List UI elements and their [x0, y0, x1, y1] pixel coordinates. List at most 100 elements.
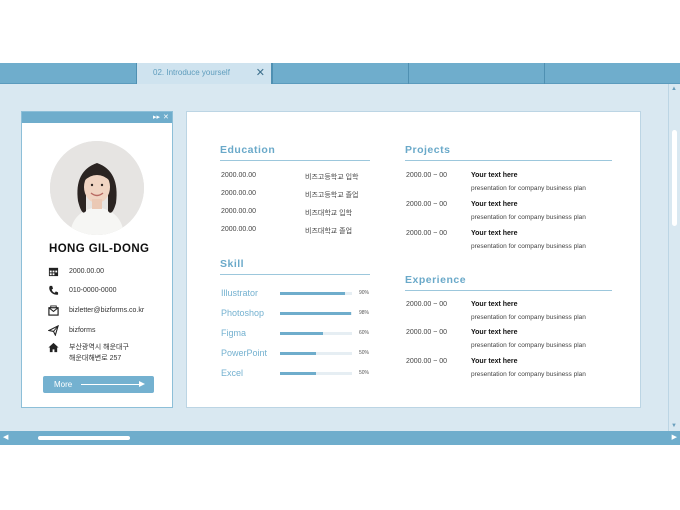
- send-icon: [48, 325, 59, 336]
- skill-percent: 90%: [359, 290, 370, 296]
- experience-desc: presentation for company business plan: [471, 342, 586, 349]
- experience-date: 2000.00 ~ 00: [406, 301, 448, 308]
- skill-percent: 98%: [359, 310, 370, 316]
- profile-card: ▸▸ ✕ HONG GIL-DONG 2000.00.00 010-0000-0…: [21, 111, 173, 408]
- education-desc: 비즈고등학교 졸업: [305, 192, 359, 199]
- skill-row: Illustrator 90%: [221, 288, 371, 300]
- project-date: 2000.00 ~ 00: [406, 230, 448, 237]
- scroll-right-icon[interactable]: ▶: [672, 433, 677, 441]
- birthdate-row: 2000.00.00: [48, 266, 104, 277]
- arrow-line: [81, 384, 141, 385]
- skill-bar: [280, 332, 352, 335]
- skill-bar: [280, 312, 352, 315]
- education-divider: [220, 160, 370, 161]
- education-date: 2000.00.00: [221, 226, 257, 233]
- education-desc: 비즈대학교 입학: [305, 210, 353, 217]
- close-icon[interactable]: ✕: [256, 66, 265, 80]
- email[interactable]: bizletter@bizforms.co.kr: [69, 305, 144, 316]
- projects-divider: [405, 160, 612, 161]
- phone-number: 010-0000-0000: [69, 287, 117, 294]
- experience-title: Your text here: [471, 358, 518, 365]
- skill-divider: [220, 274, 370, 275]
- profile-name: HONG GIL-DONG: [49, 243, 150, 255]
- project-desc: presentation for company business plan: [471, 243, 586, 250]
- education-date: 2000.00.00: [221, 172, 257, 179]
- education-title: Education: [220, 144, 276, 156]
- scroll-left-icon[interactable]: ◀: [3, 433, 8, 441]
- scroll-up-icon[interactable]: ▲: [671, 86, 677, 92]
- close-icon[interactable]: ✕: [163, 112, 169, 123]
- skill-title: Skill: [220, 258, 245, 270]
- calendar-icon: [48, 267, 59, 277]
- skill-bar-fill: [280, 312, 351, 315]
- tab-bar: 02. Introduce yourself ✕: [0, 63, 680, 84]
- project-date: 2000.00 ~ 00: [406, 201, 448, 208]
- project-date: 2000.00 ~ 00: [406, 172, 448, 179]
- email-row: bizletter@bizforms.co.kr: [48, 305, 144, 316]
- resume-panel: Education 2000.00.00 비즈고등학교 입학 2000.00.0…: [186, 111, 641, 408]
- skill-name: Excel: [221, 368, 244, 378]
- phone-icon: [49, 285, 59, 295]
- skill-percent: 50%: [359, 370, 370, 376]
- skill-row: Photoshop 98%: [221, 308, 371, 320]
- skill-bar-fill: [280, 352, 316, 355]
- horizontal-scrollbar[interactable]: ◀ ▶: [0, 431, 680, 445]
- education-date: 2000.00.00: [221, 208, 257, 215]
- phone-row: 010-0000-0000: [48, 285, 117, 296]
- experience-desc: presentation for company business plan: [471, 314, 586, 321]
- project-desc: presentation for company business plan: [471, 185, 586, 192]
- tab-introduce-yourself[interactable]: 02. Introduce yourself ✕: [136, 63, 272, 84]
- tab-5[interactable]: [544, 63, 680, 84]
- experience-date: 2000.00 ~ 00: [406, 358, 448, 365]
- app-window: 02. Introduce yourself ✕ ▸▸ ✕ HONG GIL-D…: [0, 63, 680, 445]
- scroll-down-icon[interactable]: ▼: [671, 423, 677, 429]
- address-row: 부산광역시 해운대구 해운대해변로 257: [48, 342, 129, 364]
- home-icon: [48, 342, 59, 353]
- education-desc: 비즈고등학교 입학: [305, 174, 359, 181]
- tab-3[interactable]: [272, 63, 408, 84]
- experience-title: Your text here: [471, 301, 518, 308]
- arrow-right-icon: [139, 381, 145, 387]
- skill-bar-fill: [280, 372, 316, 375]
- skill-name: PowerPoint: [221, 348, 268, 358]
- tab-label: 02. Introduce yourself: [153, 68, 230, 77]
- education-desc: 비즈대학교 졸업: [305, 228, 353, 235]
- project-title: Your text here: [471, 172, 518, 179]
- education-date: 2000.00.00: [221, 190, 257, 197]
- skill-bar: [280, 352, 352, 355]
- experience-divider: [405, 290, 612, 291]
- skill-bar-fill: [280, 292, 345, 295]
- skill-row: Excel 50%: [221, 368, 371, 380]
- project-title: Your text here: [471, 201, 518, 208]
- more-button[interactable]: More: [43, 376, 154, 393]
- tab-4[interactable]: [408, 63, 544, 84]
- skill-name: Illustrator: [221, 288, 259, 298]
- skill-name: Photoshop: [221, 308, 265, 318]
- skill-name: Figma: [221, 328, 247, 338]
- sns-id: bizforms: [69, 327, 96, 334]
- vertical-scrollbar[interactable]: ▲ ▼: [668, 84, 680, 431]
- birthdate: 2000.00.00: [69, 268, 105, 275]
- skill-percent: 50%: [359, 350, 370, 356]
- skill-bar: [280, 372, 352, 375]
- vertical-scroll-thumb[interactable]: [672, 130, 677, 226]
- projects-title: Projects: [405, 144, 451, 156]
- horizontal-scroll-thumb[interactable]: [38, 436, 130, 440]
- skill-percent: 60%: [359, 330, 370, 336]
- experience-date: 2000.00 ~ 00: [406, 329, 448, 336]
- mail-icon: [48, 305, 59, 316]
- experience-desc: presentation for company business plan: [471, 371, 586, 378]
- expand-icon[interactable]: ▸▸: [153, 112, 160, 123]
- project-title: Your text here: [471, 230, 518, 237]
- project-desc: presentation for company business plan: [471, 214, 586, 221]
- sns-row: bizforms: [48, 325, 95, 336]
- skill-bar-fill: [280, 332, 324, 335]
- address: 부산광역시 해운대구 해운대해변로 257: [69, 344, 129, 362]
- more-button-label: More: [54, 380, 73, 389]
- skill-row: PowerPoint 50%: [221, 348, 371, 360]
- profile-card-header: ▸▸ ✕: [22, 112, 172, 123]
- skill-bar: [280, 292, 352, 295]
- skill-row: Figma 60%: [221, 328, 371, 340]
- experience-title: Your text here: [471, 329, 518, 336]
- experience-title: Experience: [405, 274, 467, 286]
